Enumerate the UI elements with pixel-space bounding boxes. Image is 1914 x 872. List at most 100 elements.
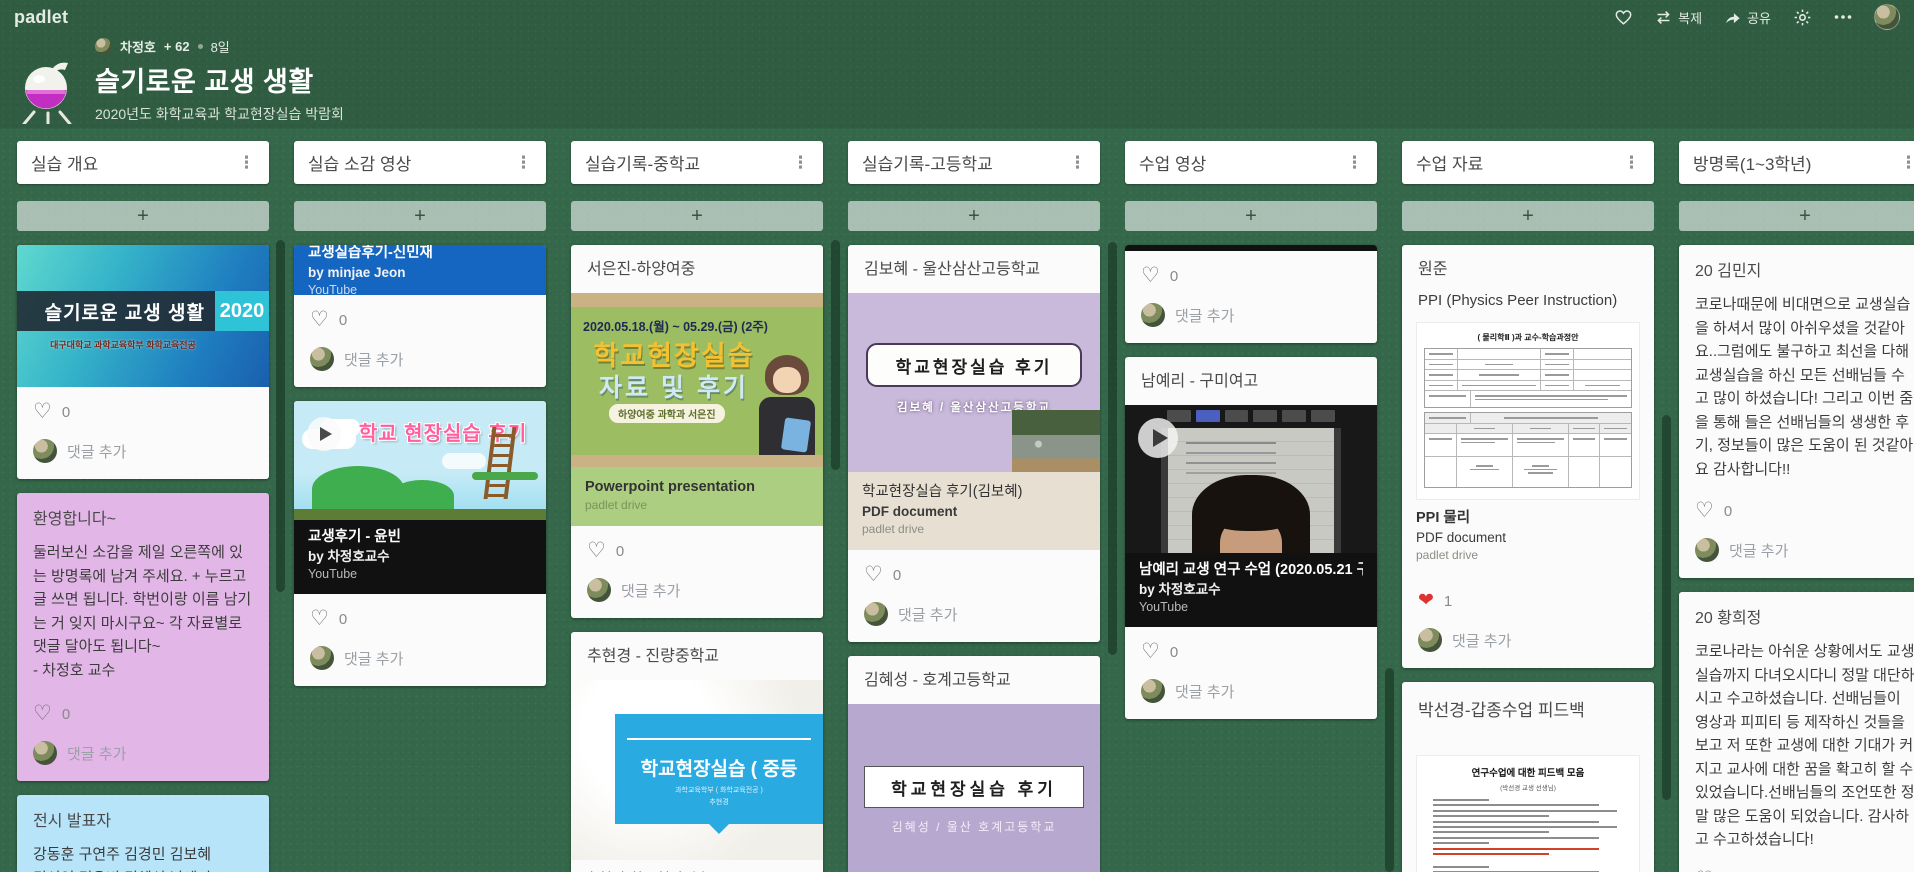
like-count: 0 [1170, 644, 1178, 661]
like-icon[interactable]: ❤ [1418, 591, 1434, 611]
post-card[interactable]: 박선경-갑종수업 피드백 연구수업에 대한 피드백 모음 (박선경 교생 선생님… [1402, 682, 1654, 872]
attachment-source: padlet drive [585, 497, 809, 514]
add-comment[interactable]: 댓글 추가 [1679, 521, 1914, 578]
author-name[interactable]: 차정호 [120, 37, 156, 56]
post-card[interactable]: ♡ 0 댓글 추가 [1125, 245, 1377, 343]
attachment[interactable]: PPI 물리 PDF document padlet drive [1402, 500, 1654, 576]
post-card[interactable]: 슬기로운 교생 생활 2020 대구대학교 과학교육학부 화학교육전공 ♡0 댓… [17, 245, 269, 479]
like-icon[interactable]: ♡ [864, 565, 883, 585]
add-comment[interactable]: 댓글 추가 [1402, 611, 1654, 668]
dot-separator [198, 44, 203, 49]
post-card[interactable]: 추현경 - 진량중학교 학교현장실습 ( 중등 과학교육학부 ( 화학교육전공 … [571, 632, 823, 872]
more-button[interactable] [1834, 14, 1852, 20]
share-button[interactable]: 공유 [1724, 8, 1771, 27]
add-post-button[interactable]: + [17, 201, 269, 231]
add-comment[interactable]: 댓글 추가 [848, 585, 1100, 642]
like-icon[interactable]: ♡ [310, 310, 329, 330]
user-avatar[interactable] [1874, 4, 1900, 30]
video-caption[interactable]: 남예리 교생 연구 수업 (2020.05.21 구미... by 차정호교수 … [1125, 553, 1377, 627]
like-icon[interactable]: ♡ [587, 541, 606, 561]
column-guestbook: 방명록(1~3학년) ⋮ + 20 김민지 코로나때문에 비대면으로 교생실습을… [1679, 141, 1914, 872]
add-comment[interactable]: 댓글 추가 [571, 561, 823, 618]
thumb-line2: 과학교육학부 ( 화학교육전공 ) [615, 785, 823, 795]
column-menu-icon[interactable]: ⋮ [1065, 153, 1090, 173]
post-card[interactable]: 김보혜 - 울산삼산고등학교 학교현장실습 후기 김보혜 / 울산삼산고등학교 … [848, 245, 1100, 642]
column-header: 수업 자료 ⋮ [1402, 141, 1654, 184]
like-icon[interactable]: ♡ [1141, 266, 1160, 286]
add-post-button[interactable]: + [1679, 201, 1914, 231]
column-menu-icon[interactable]: ⋮ [234, 153, 259, 173]
column-overview: 실습 개요 ⋮ + 슬기로운 교생 생활 2020 대구대학교 과학교육학부 화… [17, 141, 269, 872]
column-scrollbar[interactable] [1108, 242, 1117, 655]
attachment-preview[interactable]: 학교현장실습 ( 중등 과학교육학부 ( 화학교육전공 ) 추현경 [571, 680, 823, 860]
add-comment[interactable]: 댓글 추가 [294, 629, 546, 686]
column-menu-icon[interactable]: ⋮ [1619, 153, 1644, 173]
post-card[interactable]: 20 황희정 코로나라는 아쉬운 상황에서도 교생실습까지 다녀오시다니 정말 … [1679, 592, 1914, 872]
play-icon[interactable] [1138, 418, 1178, 458]
padlet-logo[interactable]: padlet [14, 7, 68, 28]
post-card[interactable]: 서은진-하양여중 2020.05.18.(월) ~ 05.29.(금) (2주)… [571, 245, 823, 618]
like-count: 0 [1170, 268, 1178, 285]
like-icon[interactable]: ♡ [1141, 642, 1160, 662]
column-scrollbar[interactable] [831, 240, 840, 470]
add-post-button[interactable]: + [848, 201, 1100, 231]
post-title: 박선경-갑종수업 피드백 [1402, 682, 1654, 721]
video-source: YouTube [308, 282, 532, 295]
author-avatar[interactable] [95, 38, 112, 55]
add-comment[interactable]: 댓글 추가 [1125, 662, 1377, 719]
add-post-button[interactable]: + [571, 201, 823, 231]
document-heading: 연구수업에 대한 피드백 모음 [1417, 765, 1639, 779]
like-icon[interactable]: ♡ [1695, 501, 1714, 521]
column-scrollbar[interactable] [276, 240, 285, 592]
column-menu-icon[interactable]: ⋮ [788, 153, 813, 173]
like-icon[interactable]: ♡ [33, 402, 52, 422]
column-scrollbar[interactable] [1662, 415, 1671, 800]
post-card[interactable]: 전시 발표자 강동훈 구연주 김경민 김보혜 김선영 김은비 김혜성 남예리 박… [17, 795, 269, 872]
add-comment[interactable]: 댓글 추가 [294, 330, 546, 387]
video-caption[interactable]: 교생후기 - 윤빈 by 차정호교수 YouTube [294, 520, 546, 594]
video-thumbnail[interactable]: 학교 현장실습 후기 [294, 401, 546, 520]
post-image[interactable]: 슬기로운 교생 생활 2020 대구대학교 과학교육학부 화학교육전공 [17, 245, 269, 387]
like-count: 0 [339, 611, 347, 628]
play-icon[interactable] [307, 417, 341, 451]
topbar: padlet 복제 공유 [0, 0, 1914, 34]
attachment-preview[interactable]: 학교현장실습 후기 김보혜 / 울산삼산고등학교 [848, 293, 1100, 472]
add-post-button[interactable]: + [1402, 201, 1654, 231]
column-menu-icon[interactable]: ⋮ [1342, 153, 1367, 173]
add-comment[interactable]: 댓글 추가 [17, 422, 269, 479]
classroom-photo [1012, 410, 1100, 472]
column-menu-icon[interactable]: ⋮ [511, 153, 536, 173]
attachment[interactable]: 추현경-학교현장실습(중등) [571, 860, 823, 872]
favorite-button[interactable] [1614, 8, 1633, 26]
document-preview[interactable]: ( 물리학Ⅱ )과 교수-학습과정안 [1416, 322, 1640, 500]
post-card[interactable]: 20 김민지 코로나때문에 비대면으로 교생실습을 하셔서 많이 아쉬우셨을 것… [1679, 245, 1914, 578]
document-preview[interactable]: 연구수업에 대한 피드백 모음 (박선경 교생 선생님) [1416, 755, 1640, 872]
like-icon[interactable]: ♡ [33, 704, 52, 724]
avatar [1141, 679, 1165, 703]
avatar [1418, 628, 1442, 652]
video-thumbnail[interactable] [1125, 405, 1377, 553]
post-card[interactable]: 환영합니다~ 둘러보신 소감을 제일 오른쪽에 있는 방명록에 남겨 주세요. … [17, 493, 269, 781]
attachment-preview[interactable]: 학교현장실습 후기 김혜성 / 울산 호계고등학교 [848, 704, 1100, 872]
post-card[interactable]: 원준 PPI (Physics Peer Instruction) ( 물리학Ⅱ… [1402, 245, 1654, 668]
post-card[interactable]: 학교 현장실습 후기 교생후기 - 윤빈 by 차정호교수 YouTube ♡ 0… [294, 401, 546, 686]
attachment[interactable]: Powerpoint presentation padlet drive [571, 467, 823, 526]
video-caption[interactable]: 교생실습후기-신민재 by minjae Jeon YouTube [294, 245, 546, 295]
column-scrollbar[interactable] [1385, 668, 1394, 872]
remake-button[interactable]: 복제 [1655, 8, 1702, 27]
settings-button[interactable] [1793, 8, 1812, 27]
column-menu-icon[interactable]: ⋮ [1896, 153, 1914, 173]
add-comment[interactable]: 댓글 추가 [17, 724, 269, 781]
column-lesson-videos: 수업 영상 ⋮ + ♡0 댓글 추가 남예리 - 구미여고 남예리 교생 연 [1125, 141, 1377, 719]
add-post-button[interactable]: + [294, 201, 546, 231]
contributor-count[interactable]: + 62 [164, 39, 190, 54]
post-card[interactable]: 김혜성 - 호계고등학교 학교현장실습 후기 김혜성 / 울산 호계고등학교 학… [848, 656, 1100, 872]
attachment-preview[interactable]: 2020.05.18.(월) ~ 05.29.(금) (2주) 학교현장실습 자… [571, 293, 823, 467]
post-card[interactable]: 남예리 - 구미여고 남예리 교생 연구 수업 (2020.05.21 구미..… [1125, 357, 1377, 719]
add-post-button[interactable]: + [1125, 201, 1377, 231]
add-comment[interactable]: 댓글 추가 [1125, 286, 1377, 343]
attachment[interactable]: 학교현장실습 후기(김보혜) PDF document padlet drive [848, 472, 1100, 550]
post-card[interactable]: 교생실습후기-신민재 by minjae Jeon YouTube ♡0 댓글 … [294, 245, 546, 387]
like-icon[interactable]: ♡ [310, 609, 329, 629]
post-body: 강동훈 구연주 김경민 김보혜 김선영 김은비 김혜성 남예리 박선경 서유진 … [17, 832, 269, 872]
